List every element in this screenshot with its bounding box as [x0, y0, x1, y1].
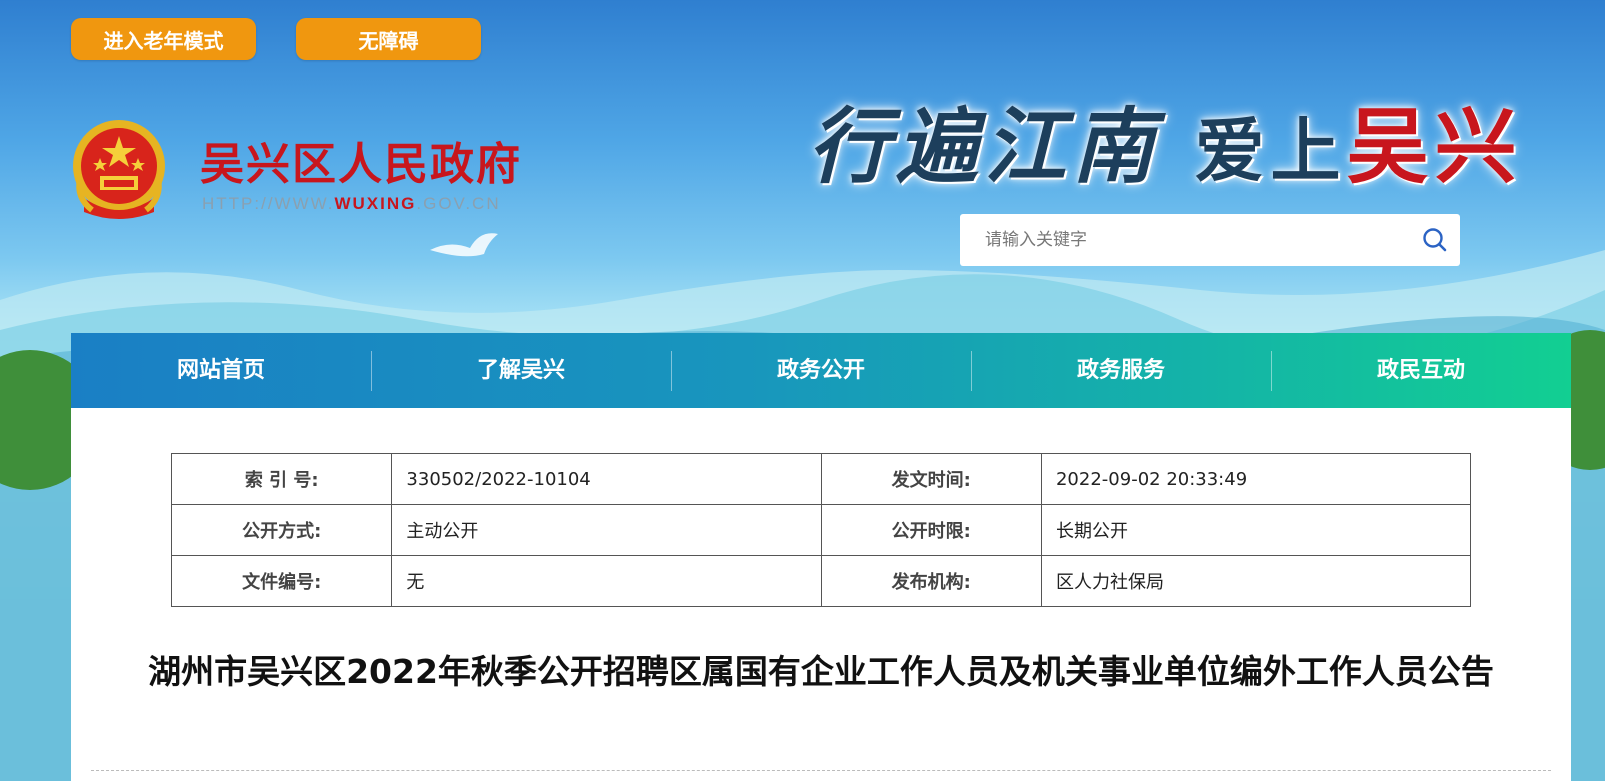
meta-label: 发文时间: — [820, 453, 1042, 505]
nav-item-home[interactable]: 网站首页 — [71, 351, 371, 391]
national-emblem-logo — [73, 120, 165, 219]
meta-label: 文件编号: — [170, 555, 393, 607]
search-icon[interactable] — [1410, 214, 1460, 266]
meta-label: 公开方式: — [170, 504, 393, 556]
site-name: 吴兴区人民政府 — [200, 139, 522, 190]
table-row: 公开方式: 主动公开 公开时限: 长期公开 — [170, 504, 1472, 556]
table-row: 索 引 号: 330502/2022-10104 发文时间: 2022-09-0… — [170, 453, 1472, 505]
site-url: HTTP://WWW.WUXING.GOV.CN — [202, 194, 501, 213]
divider — [91, 770, 1551, 771]
document-meta-table: 索 引 号: 330502/2022-10104 发文时间: 2022-09-0… — [170, 453, 1472, 607]
slogan-banner: 行遍江南 爱上吴兴 — [808, 80, 1523, 199]
main-nav: 网站首页 了解吴兴 政务公开 政务服务 政民互动 — [71, 333, 1571, 408]
accessibility-button[interactable]: 无障碍 — [296, 18, 481, 60]
meta-value: 330502/2022-10104 — [391, 453, 822, 505]
search-input[interactable] — [960, 213, 1410, 267]
elder-mode-button[interactable]: 进入老年模式 — [71, 18, 256, 60]
article-title: 湖州市吴兴区2022年秋季公开招聘区属国有企业工作人员及机关事业单位编外工作人员… — [148, 652, 1494, 691]
nav-item-about[interactable]: 了解吴兴 — [371, 350, 671, 391]
meta-value: 长期公开 — [1040, 504, 1472, 556]
slogan-part-2: 爱上 — [1194, 109, 1347, 192]
slogan-part-3: 吴兴 — [1346, 99, 1523, 195]
nav-item-gov-services[interactable]: 政务服务 — [971, 350, 1271, 391]
table-row: 文件编号: 无 发布机构: 区人力社保局 — [170, 555, 1472, 607]
meta-label: 索 引 号: — [170, 453, 393, 505]
meta-value: 区人力社保局 — [1040, 555, 1472, 607]
meta-value: 主动公开 — [391, 504, 822, 556]
search-box — [960, 213, 1460, 267]
nav-item-interaction[interactable]: 政民互动 — [1271, 350, 1571, 391]
meta-label: 发布机构: — [820, 555, 1042, 607]
slogan-part-1: 行遍江南 — [808, 99, 1160, 195]
meta-value: 无 — [391, 555, 822, 607]
nav-item-gov-affairs[interactable]: 政务公开 — [671, 350, 971, 391]
article-content: 索 引 号: 330502/2022-10104 发文时间: 2022-09-0… — [71, 408, 1571, 781]
meta-value: 2022-09-02 20:33:49 — [1040, 453, 1472, 505]
meta-label: 公开时限: — [820, 504, 1042, 556]
